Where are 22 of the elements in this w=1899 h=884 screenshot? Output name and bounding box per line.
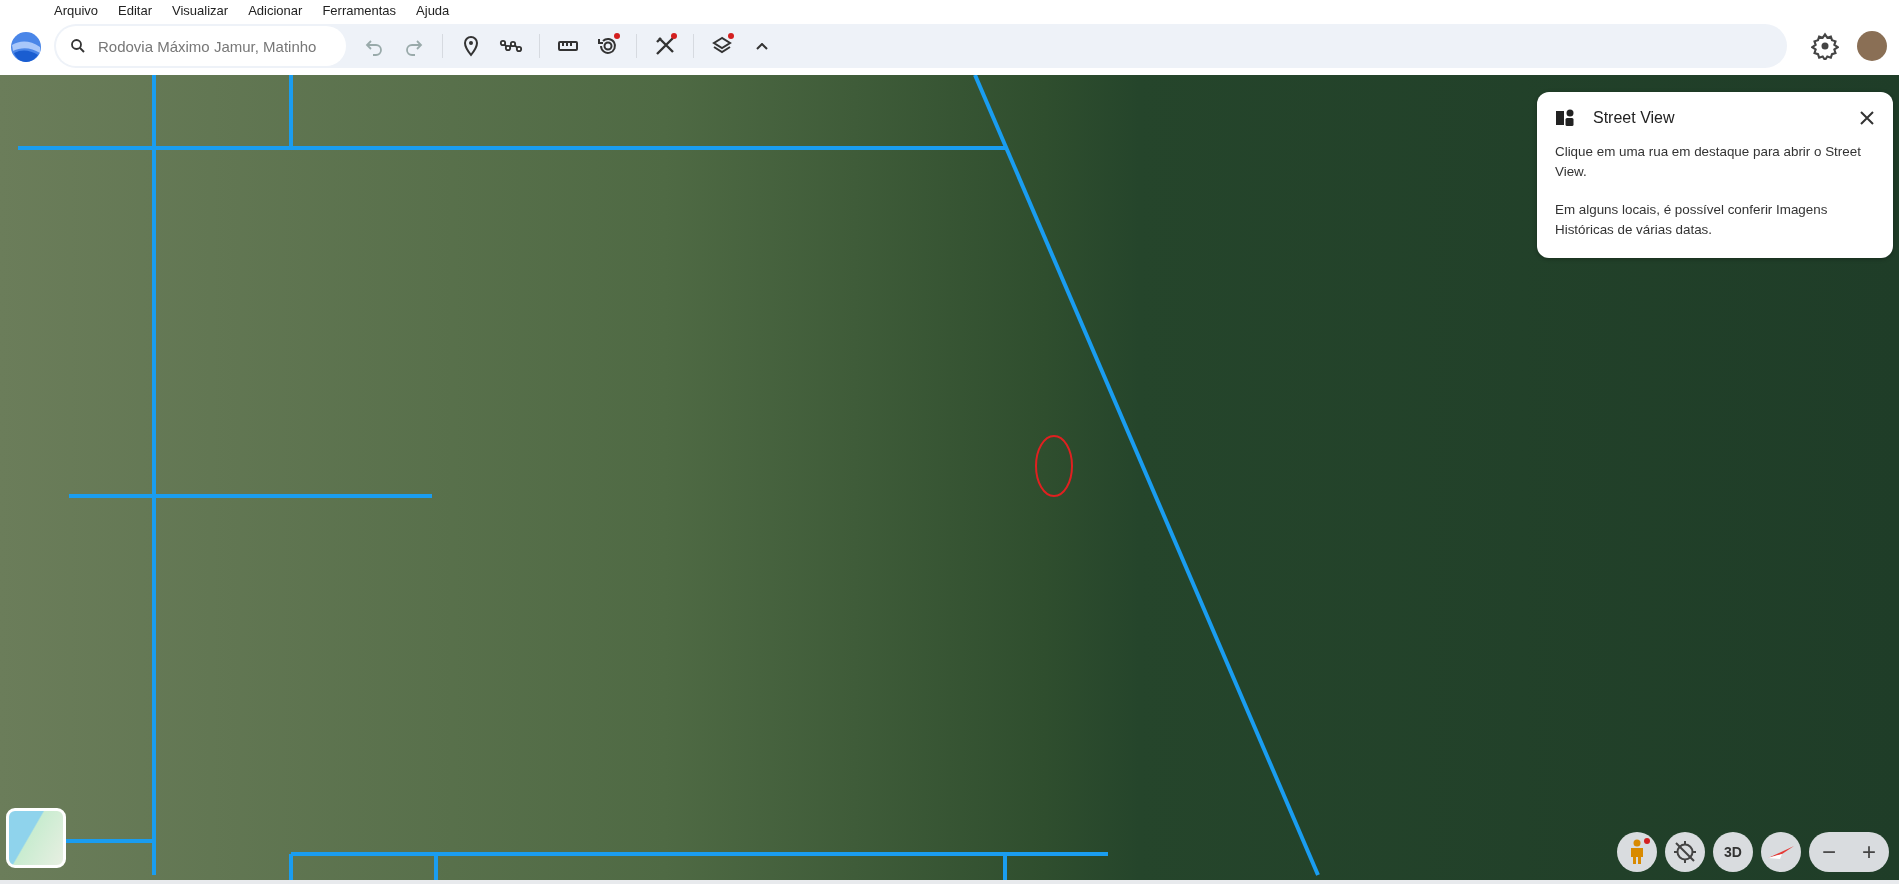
zoom-in-button[interactable]: +	[1849, 832, 1889, 872]
panel-title: Street View	[1593, 109, 1676, 127]
zoom-out-button[interactable]: −	[1809, 832, 1849, 872]
menu-item[interactable]: Visualizar	[162, 1, 239, 21]
menu-item[interactable]: Adicionar	[238, 1, 313, 21]
minimap-thumbnail[interactable]	[6, 808, 66, 868]
settings-icon[interactable]	[1811, 32, 1839, 60]
menu-item[interactable]: Ajuda	[406, 1, 460, 21]
crosshair-off-icon	[1672, 839, 1698, 865]
chevron-up-icon	[756, 42, 768, 50]
panel-text: Clique em uma rua em destaque para abrir o Street View.	[1555, 143, 1862, 181]
search-icon	[69, 37, 87, 55]
ellipse-mark	[1034, 434, 1074, 498]
pegman-icon	[1628, 839, 1646, 865]
panel-text: Em alguns locais, é possível conferir Imagens Históricas de várias datas.	[1555, 201, 1829, 239]
menu-item[interactable]: Ferramentas	[312, 1, 407, 21]
app-logo[interactable]	[10, 30, 42, 63]
street-view-icon	[1555, 108, 1575, 128]
menu-item[interactable]: Arquivo	[44, 1, 109, 21]
search-field[interactable]: Rodovia Máximo Jamur, Matinho	[56, 26, 346, 66]
avatar[interactable]	[1857, 31, 1887, 61]
menu-item[interactable]: Editar	[108, 1, 163, 21]
